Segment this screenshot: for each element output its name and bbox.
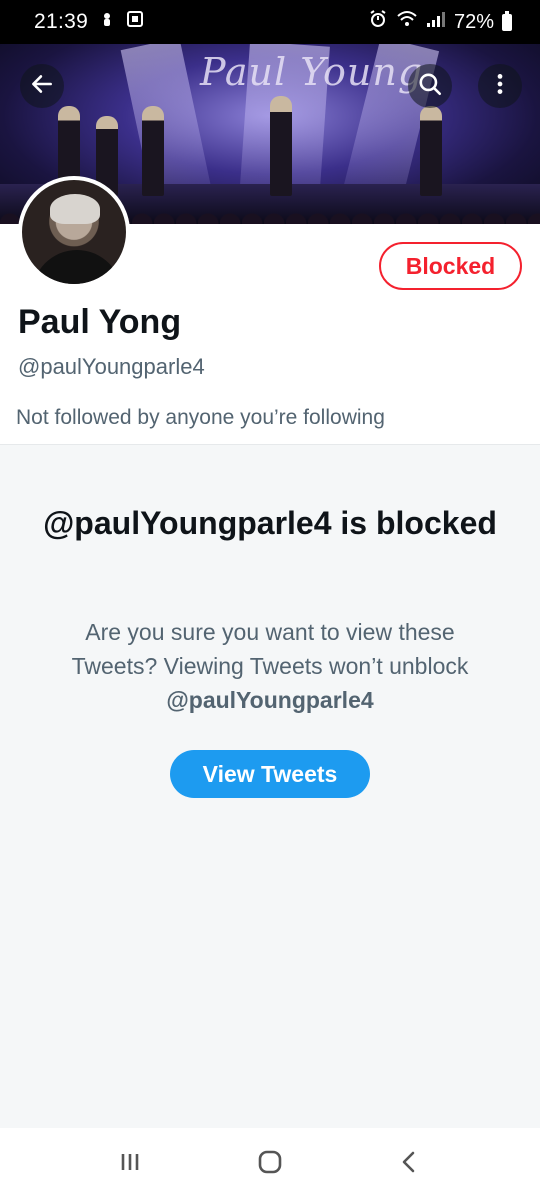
- blocked-button[interactable]: Blocked: [379, 242, 522, 290]
- display-name: Paul Yong: [18, 303, 182, 341]
- more-button[interactable]: [478, 64, 522, 108]
- system-nav-bar: [0, 1128, 540, 1200]
- arrow-left-icon: [29, 71, 55, 102]
- view-tweets-button[interactable]: View Tweets: [170, 750, 370, 798]
- alarm-icon: [368, 9, 388, 35]
- back-icon: [396, 1148, 424, 1181]
- home-icon: [256, 1148, 284, 1181]
- battery-percent: 72%: [453, 10, 494, 33]
- avatar[interactable]: [18, 176, 130, 288]
- blocked-title: @paulYoungparle4 is blocked: [43, 505, 497, 541]
- back-button[interactable]: [20, 64, 64, 108]
- recent-apps-button[interactable]: [110, 1144, 150, 1184]
- wifi-icon: [396, 9, 418, 35]
- profile-handle: @paulYoungparle4: [18, 354, 205, 379]
- system-back-button[interactable]: [390, 1144, 430, 1184]
- status-bar: 21:39 72%: [0, 0, 540, 44]
- screenshot-icon: [126, 10, 144, 34]
- blocked-description-handle: @paulYoungparle4: [166, 687, 374, 713]
- banner-logo: Paul Young: [200, 50, 424, 94]
- usb-debug-icon: [98, 10, 116, 34]
- search-icon: [417, 71, 443, 102]
- home-button[interactable]: [250, 1144, 290, 1184]
- blocked-description: Are you sure you want to view these Twee…: [40, 615, 500, 717]
- battery-icon: [502, 10, 512, 31]
- blocked-description-text: Are you sure you want to view these Twee…: [71, 619, 469, 679]
- recent-apps-icon: [116, 1148, 144, 1181]
- search-button[interactable]: [408, 64, 452, 108]
- status-time: 21:39: [34, 10, 89, 33]
- more-vertical-icon: [487, 71, 513, 102]
- signal-icon: [426, 10, 446, 34]
- followers-note: Not followed by anyone you’re following: [16, 406, 385, 429]
